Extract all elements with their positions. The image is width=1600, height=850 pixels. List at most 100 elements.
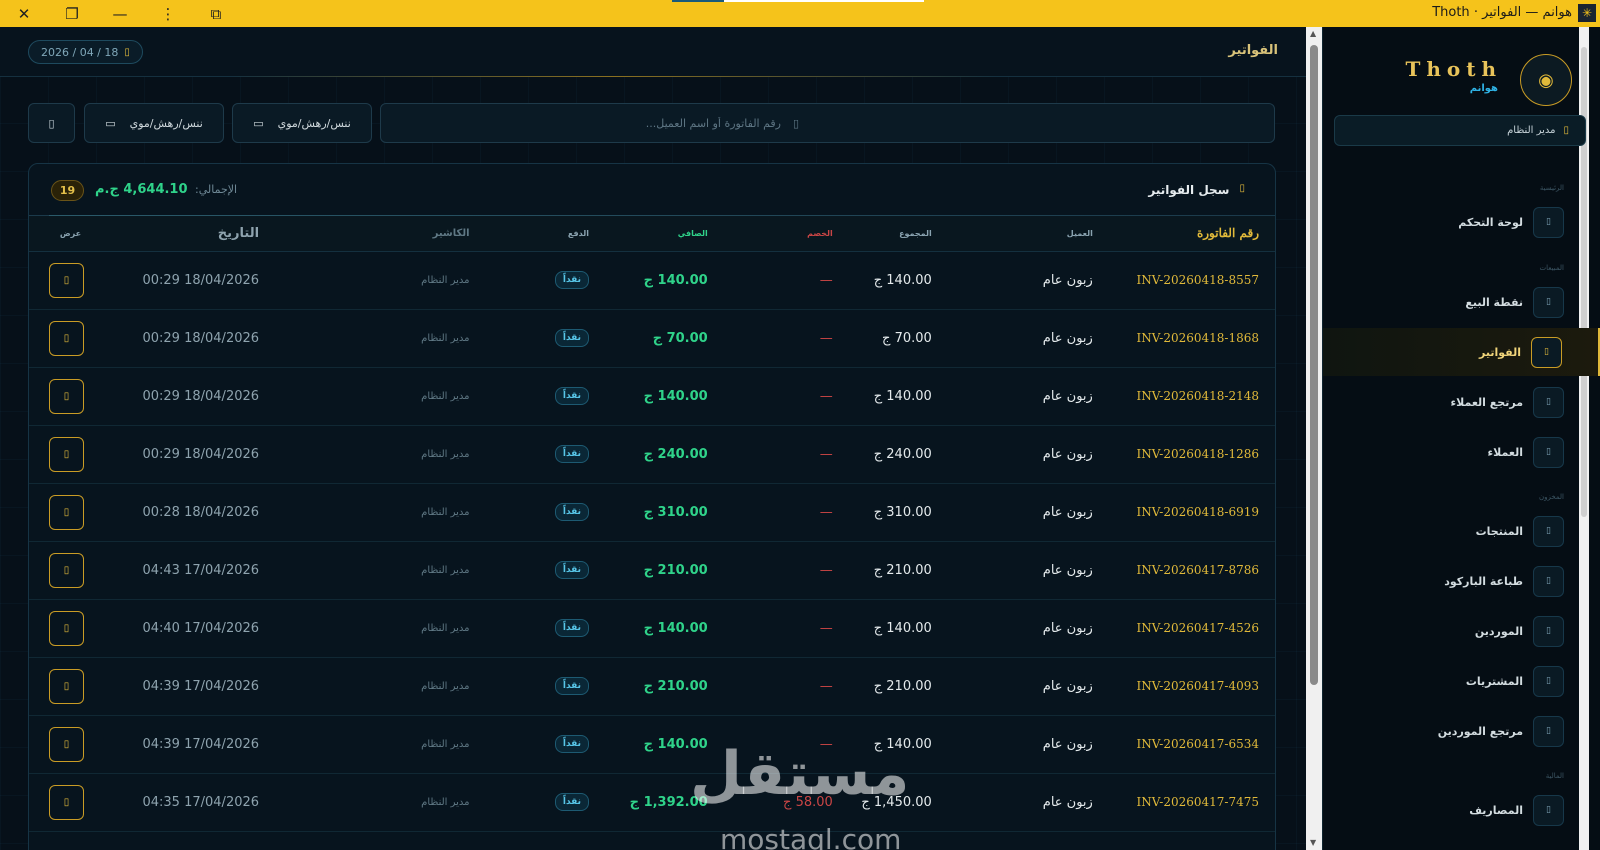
total-value: 4,644.10 ج.م (95, 182, 188, 197)
view-icon[interactable]: ▯ (49, 436, 84, 472)
invoice-number[interactable]: INV-20260417-6534 (1100, 715, 1275, 774)
search-field[interactable]: ▯ (380, 103, 1275, 143)
sidebar-item-dashboard[interactable]: ▯ لوحة التحكم (1323, 198, 1600, 246)
header-invoice[interactable]: رقم الفاتورة (1100, 216, 1275, 252)
invoice-number[interactable]: INV-20260418-1868 (1100, 309, 1275, 368)
table-row: INV-20260418-8557 زبون عام 140.00 ج —140.00… (29, 251, 1275, 310)
watermark-logo: مستقل (690, 739, 910, 809)
view-cell: ▯ (29, 715, 84, 774)
header-customer[interactable]: العميل (931, 216, 1101, 252)
user-icon: ▯ (1563, 125, 1569, 136)
user-name: مدير النظام (1507, 125, 1556, 136)
view-icon[interactable]: ▯ (49, 320, 84, 356)
invoice-date: 17/04/2026 04:35 (84, 773, 260, 832)
invoice-number[interactable]: INV-20260418-2148 (1100, 367, 1275, 426)
discount-amount: — (707, 309, 833, 368)
date-text: 2026 / 04 / 18 (41, 45, 119, 59)
user-badge[interactable]: ▯ مدير النظام (1334, 115, 1586, 146)
cashier-name: مدير النظام (259, 425, 470, 484)
cashier-name: مدير النظام (259, 715, 470, 774)
card-title: ▯ سجل الفواتير (1148, 183, 1245, 197)
net-amount: 140.00 ج (589, 599, 708, 658)
sidebar-item-invoices[interactable]: ▯ الفواتير (1323, 328, 1600, 376)
receipt-icon: ▯ (1531, 336, 1562, 368)
date-to-field[interactable]: ▭ ﻧﻨﺲ/ﺭﻫﺶ/ﻣﻮﻱ (84, 103, 224, 143)
discount-amount: — (707, 541, 833, 600)
extension-icon[interactable]: ⧉ (192, 0, 240, 27)
view-icon[interactable]: ▯ (49, 610, 84, 646)
top-header: الفواتير 2026 / 04 / 18 ▯ (0, 27, 1306, 77)
payment-cell: نقداً (469, 657, 589, 716)
main-scrollbar[interactable]: ▲ ▼ (1306, 27, 1322, 850)
scroll-down-icon[interactable]: ▼ (1310, 838, 1318, 848)
sidebar-item-expenses[interactable]: ▯ المصاريف (1323, 786, 1600, 834)
total-amount: 140.00 ج (832, 367, 932, 426)
main-content: الفواتير 2026 / 04 / 18 ▯ ▯ ▭ ﻧﻨﺲ/ﺭﻫﺶ/ﻣﻮ… (0, 27, 1306, 850)
view-cell: ▯ (29, 483, 84, 542)
date-from-field[interactable]: ▭ ﻧﻨﺲ/ﺭﻫﺶ/ﻣﻮﻱ (232, 103, 372, 143)
brand-subtitle: هوانم (1469, 83, 1498, 94)
invoice-number[interactable]: INV-20260417-4526 (1100, 599, 1275, 658)
view-cell: ▯ (29, 657, 84, 716)
customer-name: زبون عام (931, 425, 1101, 484)
customer-name: زبون عام (931, 541, 1101, 600)
header-discount[interactable]: الخصم (707, 216, 833, 252)
sidebar-item-barcode[interactable]: ▯ طباعة الباركود (1323, 557, 1600, 605)
sidebar-item-pos[interactable]: ▯ نقطة البيع (1323, 278, 1600, 326)
invoice-number[interactable]: INV-20260417-8786 (1100, 541, 1275, 600)
search-input[interactable] (381, 116, 781, 130)
payment-badge: نقداً (554, 735, 589, 753)
customer-name: زبون عام (931, 251, 1101, 310)
net-amount: 210.00 ج (589, 541, 708, 600)
header-payment[interactable]: الدفع (469, 216, 589, 252)
sidebar-item-customer-returns[interactable]: ▯ مرتجع العملاء (1323, 378, 1600, 426)
cashier-name: مدير النظام (259, 657, 470, 716)
sidebar-item-suppliers[interactable]: ▯ الموردين (1323, 607, 1600, 655)
sidebar-item-label: المنتجات (1475, 524, 1523, 538)
cart-icon: ▯ (1533, 286, 1564, 318)
card-title-text: سجل الفواتير (1148, 183, 1230, 197)
minimize-icon[interactable]: — (96, 0, 144, 27)
scroll-thumb[interactable] (1310, 45, 1318, 685)
header-net[interactable]: الصافي (589, 216, 708, 252)
view-icon[interactable]: ▯ (49, 668, 84, 704)
header-cashier[interactable]: الكاشير (259, 216, 470, 252)
total-amount: 310.00 ج (832, 483, 932, 542)
date-from-placeholder: ﻧﻨﺲ/ﺭﻫﺶ/ﻣﻮﻱ (277, 116, 351, 130)
invoice-date: 18/04/2026 00:29 (84, 425, 260, 484)
invoice-number[interactable]: INV-20260418-6919 (1100, 483, 1275, 542)
payment-badge: نقداً (554, 445, 589, 463)
restore-icon[interactable]: ❐ (48, 0, 96, 27)
view-icon[interactable]: ▯ (49, 262, 84, 298)
close-icon[interactable]: ✕ (0, 0, 48, 27)
sidebar-item-label: الموردين (1474, 624, 1523, 638)
sidebar-item-label: العملاء (1487, 445, 1523, 459)
table-row: INV-20260417-6534 زبون عام 140.00 ج —140.00… (29, 715, 1275, 774)
payment-badge: نقداً (554, 561, 589, 579)
header-total[interactable]: المجموع (832, 216, 932, 252)
view-icon[interactable]: ▯ (49, 726, 84, 762)
scroll-up-icon[interactable]: ▲ (1310, 29, 1318, 39)
view-icon[interactable]: ▯ (49, 784, 84, 820)
print-button[interactable]: ▯ (28, 103, 75, 143)
view-icon[interactable]: ▯ (49, 494, 84, 530)
header-date[interactable]: التاريخ (84, 216, 260, 252)
sidebar-item-purchases[interactable]: ▯ المشتريات (1323, 657, 1600, 705)
view-icon[interactable]: ▯ (49, 552, 84, 588)
window-title: هوانم — الفواتير · Thoth (1432, 5, 1572, 20)
sidebar-item-customers[interactable]: ▯ العملاء (1323, 428, 1600, 476)
invoice-number[interactable]: INV-20260417-7475 (1100, 773, 1275, 832)
sidebar-item-products[interactable]: ▯ المنتجات (1323, 507, 1600, 555)
invoice-number[interactable]: INV-20260417-4093 (1100, 657, 1275, 716)
sidebar-item-supplier-returns[interactable]: ▯ مرتجع الموردين (1323, 707, 1600, 755)
calendar-icon: ▭ (105, 116, 116, 130)
invoice-number[interactable]: INV-20260418-8557 (1100, 251, 1275, 310)
more-menu-icon[interactable]: ⋮ (144, 0, 192, 27)
invoice-number[interactable]: INV-20260418-1286 (1100, 425, 1275, 484)
header-view: عرض (29, 216, 84, 252)
cashier-name: مدير النظام (259, 309, 470, 368)
view-icon[interactable]: ▯ (49, 378, 84, 414)
invoice-date: 17/04/2026 04:39 (84, 657, 260, 716)
cashier-name: مدير النظام (259, 773, 470, 832)
eye-of-horus-icon: ◉ (1520, 54, 1572, 106)
